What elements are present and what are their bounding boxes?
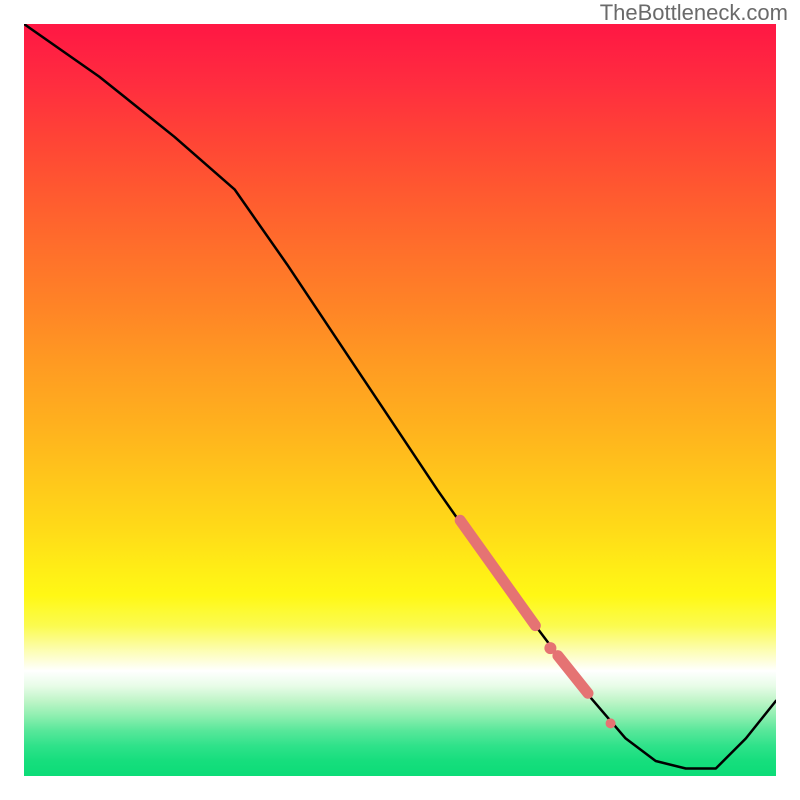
plot-area xyxy=(24,24,776,776)
segment-marker-1 xyxy=(460,520,535,625)
chart-container: TheBottleneck.com xyxy=(0,0,800,800)
watermark-text: TheBottleneck.com xyxy=(600,0,788,26)
segment-marker-4 xyxy=(606,718,616,728)
main-curve xyxy=(24,24,776,769)
segment-marker-3 xyxy=(558,656,588,694)
